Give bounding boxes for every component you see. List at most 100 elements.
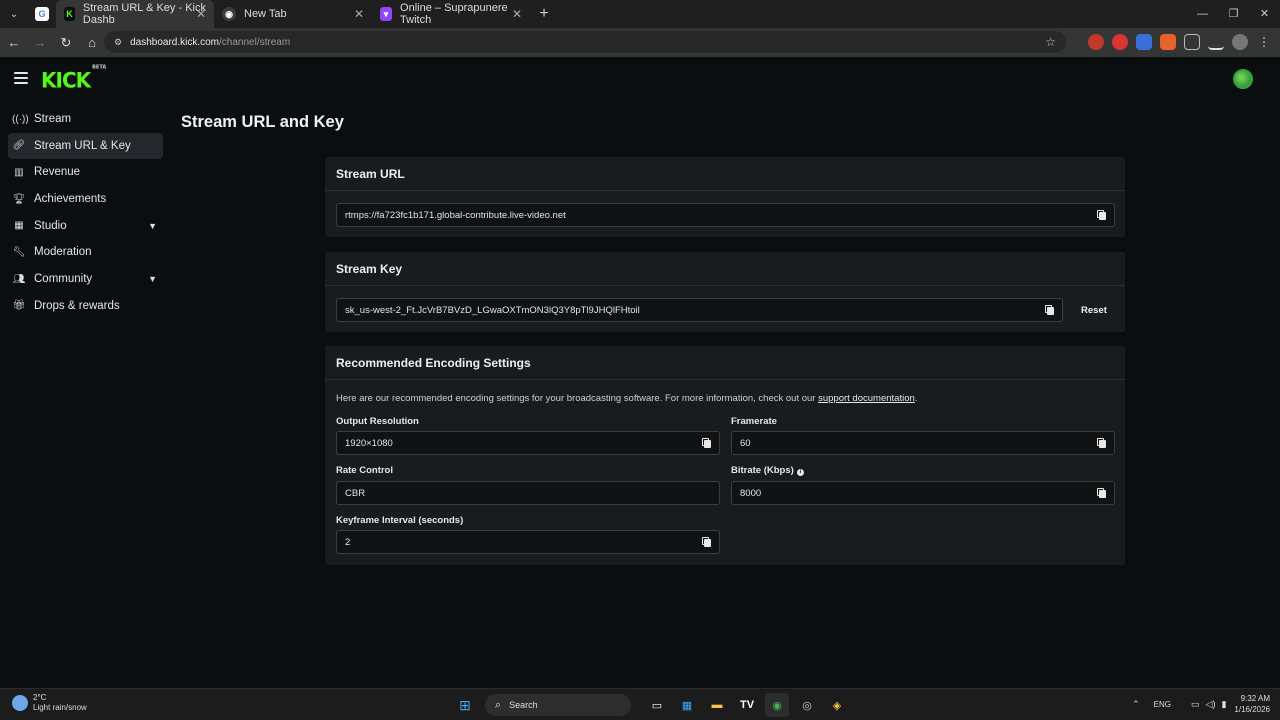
app-icon[interactable]: ◈ bbox=[825, 693, 849, 717]
sidebar-item-label: Moderation bbox=[34, 246, 92, 259]
support-documentation-link[interactable]: support documentation bbox=[818, 393, 915, 404]
dashboard-page: KICK BETA ((·)) Stream 🔗︎ Stream URL & Ke… bbox=[0, 57, 1280, 688]
sidebar-item-label: Achievements bbox=[34, 193, 107, 206]
tab-title: New Tab bbox=[244, 8, 287, 20]
reload-icon[interactable]: ↻ bbox=[54, 35, 78, 51]
sidebar-item-stream-url-key[interactable]: 🔗︎ Stream URL & Key bbox=[8, 132, 163, 159]
back-icon[interactable]: ← bbox=[2, 35, 26, 50]
framerate-field[interactable]: 60 bbox=[731, 431, 1115, 455]
sidebar-item-stream[interactable]: ((·)) Stream bbox=[8, 106, 163, 132]
weather-icon bbox=[12, 695, 28, 711]
new-tab-button[interactable]: + bbox=[530, 5, 558, 23]
sidebar-item-studio[interactable]: ▦ Studio ▼ bbox=[8, 213, 163, 239]
forward-icon[interactable]: → bbox=[28, 35, 52, 50]
copy-icon[interactable] bbox=[1097, 438, 1106, 448]
close-window-icon[interactable]: ✕ bbox=[1249, 0, 1280, 28]
bitrate-field[interactable]: 8000 bbox=[731, 481, 1115, 505]
sidebar-item-label: Studio bbox=[34, 219, 67, 232]
app-icon[interactable]: ◎ bbox=[795, 693, 819, 717]
page-title: Stream URL and Key bbox=[181, 113, 344, 131]
keyframe-interval-field[interactable]: 2 bbox=[336, 530, 720, 554]
google-tab[interactable]: G bbox=[28, 0, 56, 28]
link-icon: 🔗︎ bbox=[12, 140, 26, 152]
sidebar-item-moderation[interactable]: 🔧︎ Moderation bbox=[8, 239, 163, 265]
framerate-label: Framerate bbox=[731, 416, 777, 427]
copy-icon[interactable] bbox=[702, 438, 711, 448]
chevron-up-icon[interactable]: ⌃ bbox=[1132, 699, 1140, 710]
extensions-area: ⋮ bbox=[1088, 34, 1272, 50]
minimize-icon[interactable]: — bbox=[1187, 0, 1218, 28]
rate-control-field[interactable]: CBR bbox=[336, 481, 720, 505]
copy-icon[interactable] bbox=[702, 537, 711, 547]
clock[interactable]: 9:32 AM 1/16/2026 bbox=[1234, 693, 1270, 715]
language-indicator[interactable]: ENG bbox=[1154, 700, 1171, 709]
tab-twitch[interactable]: ▾ Online – Suprapunere Twitch ✕ bbox=[372, 0, 530, 28]
rate-control-value: CBR bbox=[345, 487, 366, 499]
copy-icon[interactable] bbox=[1045, 305, 1054, 315]
bookmark-star-icon[interactable]: ☆ bbox=[1045, 35, 1056, 49]
close-icon[interactable]: ✕ bbox=[354, 7, 364, 21]
extension-icon[interactable] bbox=[1088, 34, 1104, 50]
translate-icon[interactable] bbox=[1136, 34, 1152, 50]
chevron-down-icon[interactable]: ▼ bbox=[148, 221, 157, 231]
tab-search-icon[interactable]: ⌄ bbox=[0, 9, 28, 20]
copy-icon[interactable] bbox=[1097, 488, 1106, 498]
url-path: /channel/stream bbox=[219, 36, 291, 48]
twitch-icon: ▾ bbox=[380, 7, 393, 21]
battery-icon[interactable]: ▮ bbox=[1221, 699, 1226, 710]
keyframe-interval-value: 2 bbox=[345, 536, 351, 548]
extension-icon[interactable] bbox=[1112, 34, 1128, 50]
copy-icon[interactable] bbox=[1097, 210, 1106, 220]
user-avatar[interactable] bbox=[1233, 69, 1253, 89]
calculator-icon[interactable]: ▦ bbox=[675, 693, 699, 717]
task-view-icon[interactable]: ▭ bbox=[645, 693, 669, 717]
sidebar-item-community[interactable]: 👥︎ Community ▼ bbox=[8, 266, 163, 292]
sidebar-item-achievements[interactable]: 🏆︎ Achievements bbox=[8, 186, 163, 212]
address-bar[interactable]: ⚙ dashboard.kick.com/channel/stream ☆ bbox=[104, 31, 1066, 53]
site-info-icon[interactable]: ⚙ bbox=[114, 37, 122, 48]
kick-logo[interactable]: KICK BETA bbox=[41, 65, 106, 93]
bitrate-label: Bitrate (Kbps) i bbox=[731, 465, 804, 476]
weather-temp: 2°C bbox=[33, 693, 47, 702]
grid-icon: ▦ bbox=[14, 220, 24, 232]
weather-widget[interactable]: 2°C Light rain/snow bbox=[12, 693, 87, 713]
sidebar-item-label: Stream URL & Key bbox=[34, 139, 131, 152]
sidebar-item-drops-rewards[interactable]: 🎁︎ Drops & rewards bbox=[8, 293, 163, 319]
browser-tabstrip: ⌄ G K Stream URL & Key - Kick Dashb ✕ ◉ … bbox=[0, 0, 1280, 28]
output-resolution-field[interactable]: 1920×1080 bbox=[336, 431, 720, 455]
file-explorer-icon[interactable]: ▬ bbox=[705, 693, 729, 717]
download-icon[interactable] bbox=[1208, 34, 1224, 50]
volume-icon[interactable]: ◁) bbox=[1206, 699, 1216, 710]
stream-url-field[interactable]: rtmps://fa723fc1b171.global-contribute.l… bbox=[336, 203, 1115, 227]
close-icon[interactable]: ✕ bbox=[512, 7, 522, 21]
tab-title: Online – Suprapunere Twitch bbox=[400, 2, 508, 26]
info-icon[interactable]: i bbox=[796, 469, 804, 476]
card-heading: Recommended Encoding Settings bbox=[325, 346, 1125, 380]
menu-icon[interactable]: ⋮ bbox=[1256, 34, 1272, 50]
stream-key-field[interactable]: sk_us-west-2_Ft.JcVrB7BVzD_LGwaOXTmON3lQ… bbox=[336, 298, 1063, 322]
system-tray: ⌃ ENG ▭ ◁) ▮ 9:32 AM 1/16/2026 bbox=[1126, 693, 1270, 715]
sidebar-item-revenue[interactable]: ▥ Revenue bbox=[8, 159, 163, 185]
reset-button[interactable]: Reset bbox=[1081, 305, 1107, 316]
restore-icon[interactable]: ❐ bbox=[1218, 0, 1249, 28]
sidebar: ((·)) Stream 🔗︎ Stream URL & Key ▥ Reven… bbox=[8, 106, 163, 320]
home-icon[interactable]: ⌂ bbox=[80, 35, 104, 50]
encoding-description: Here are our recommended encoding settin… bbox=[336, 393, 918, 404]
puzzle-icon[interactable] bbox=[1184, 34, 1200, 50]
hamburger-menu-icon[interactable] bbox=[14, 72, 28, 87]
windows-start-icon[interactable]: ⊞ bbox=[453, 693, 477, 717]
wrench-icon: 🔧︎ bbox=[12, 246, 26, 258]
profile-icon[interactable] bbox=[1232, 34, 1248, 50]
taskbar-search[interactable]: ⌕ Search bbox=[485, 694, 631, 716]
card-heading: Stream URL bbox=[325, 157, 1125, 191]
chevron-down-icon[interactable]: ▼ bbox=[148, 274, 157, 284]
monitor-icon[interactable]: ▭ bbox=[1191, 699, 1200, 710]
framerate-value: 60 bbox=[740, 437, 751, 449]
close-icon[interactable]: ✕ bbox=[196, 7, 206, 21]
tradingview-icon[interactable]: TV bbox=[735, 693, 759, 717]
tab-new-tab[interactable]: ◉ New Tab ✕ bbox=[214, 0, 372, 28]
extension-icon[interactable] bbox=[1160, 34, 1176, 50]
chrome-icon[interactable]: ◉ bbox=[765, 693, 789, 717]
tab-kick-dashboard[interactable]: K Stream URL & Key - Kick Dashb ✕ bbox=[56, 0, 214, 28]
rate-control-label: Rate Control bbox=[336, 465, 393, 476]
